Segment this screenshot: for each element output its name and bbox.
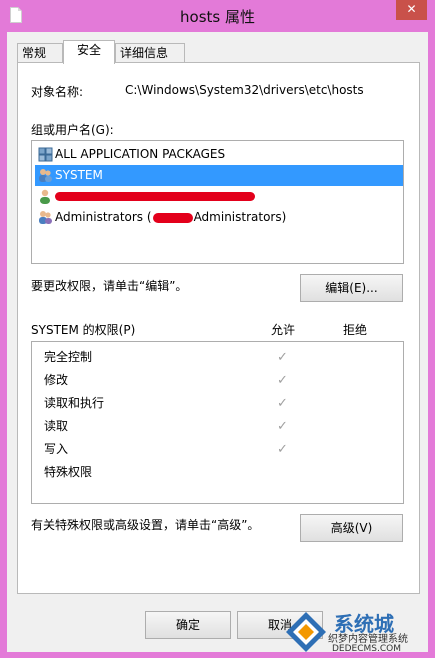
redaction-mark — [153, 213, 193, 223]
list-item-label: SYSTEM — [55, 168, 103, 182]
packages-icon — [38, 147, 53, 162]
redaction-mark — [55, 192, 255, 201]
title-bar: hosts 属性 ✕ — [0, 0, 435, 32]
list-item-administrators[interactable]: Administrators ( Administrators) — [35, 207, 403, 228]
edit-button[interactable]: 编辑(E)... — [300, 274, 403, 302]
allow-column-header: 允许 — [271, 323, 296, 337]
tab-general[interactable]: 常规 — [17, 43, 63, 63]
close-button[interactable]: ✕ — [396, 0, 427, 20]
close-icon: ✕ — [406, 2, 417, 16]
ok-button[interactable]: 确定 — [145, 611, 231, 639]
list-item-all-application-packages[interactable]: ALL APPLICATION PACKAGES — [35, 144, 403, 165]
advanced-hint: 有关特殊权限或高级设置，请单击“高级”。 — [31, 518, 260, 532]
tab-details[interactable]: 详细信息 — [115, 43, 185, 63]
list-item-label: ALL APPLICATION PACKAGES — [55, 147, 226, 161]
list-item-label: Administrators ( — [55, 210, 152, 224]
advanced-button[interactable]: 高级(V) — [300, 514, 403, 542]
permission-name: 读取 — [44, 419, 69, 433]
allow-check-icon: ✓ — [277, 350, 288, 365]
deny-column-header: 拒绝 — [343, 323, 368, 337]
table-row: 完全控制 ✓ — [32, 346, 402, 369]
list-item-system[interactable]: SYSTEM — [35, 165, 403, 186]
groups-label: 组或用户名(G): — [31, 123, 114, 137]
table-row: 写入 ✓ — [32, 438, 402, 461]
watermark-logo-icon — [286, 612, 326, 652]
allow-check-icon: ✓ — [277, 373, 288, 388]
watermark: 系统城 织梦内容管理系统 DEDECMS.COM — [282, 604, 435, 658]
table-row: 读取和执行 ✓ — [32, 392, 402, 415]
users-icon — [39, 169, 52, 182]
users-icon — [39, 211, 52, 224]
tab-security[interactable]: 安全 — [63, 40, 115, 64]
change-permissions-hint: 要更改权限，请单击“编辑”。 — [31, 279, 188, 293]
allow-check-icon: ✓ — [277, 419, 288, 434]
tab-label: 安全 — [76, 43, 101, 57]
user-icon — [40, 189, 50, 204]
watermark-domain: DEDECMS.COM — [332, 644, 401, 654]
permission-name: 修改 — [44, 373, 69, 387]
tab-label: 详细信息 — [120, 46, 169, 60]
allow-check-icon: ✓ — [277, 442, 288, 457]
table-row: 特殊权限 — [32, 461, 402, 484]
permissions-table: 完全控制 ✓ 修改 ✓ 读取和执行 ✓ 读取 ✓ 写入 ✓ 特殊权限 — [31, 341, 404, 504]
groups-listbox[interactable]: ALL APPLICATION PACKAGES SYSTEM Administ… — [31, 140, 404, 264]
list-item-redacted-user[interactable] — [35, 186, 403, 207]
permission-name: 写入 — [44, 442, 69, 456]
permission-name: 特殊权限 — [44, 465, 93, 479]
permission-name: 完全控制 — [44, 350, 93, 364]
tab-label: 常规 — [22, 46, 47, 60]
table-row: 修改 ✓ — [32, 369, 402, 392]
list-item-label-suffix: Administrators) — [193, 210, 287, 224]
permissions-header: SYSTEM 的权限(P) — [31, 323, 136, 337]
table-row: 读取 ✓ — [32, 415, 402, 438]
watermark-subtitle: 织梦内容管理系统 — [328, 634, 408, 645]
object-name-value: C:\Windows\System32\drivers\etc\hosts — [125, 83, 364, 97]
allow-check-icon: ✓ — [277, 396, 288, 411]
object-name-label: 对象名称: — [31, 85, 84, 99]
permission-name: 读取和执行 — [44, 396, 105, 410]
window-title: hosts 属性 — [180, 8, 255, 26]
security-panel: 对象名称: C:\Windows\System32\drivers\etc\ho… — [17, 62, 420, 594]
